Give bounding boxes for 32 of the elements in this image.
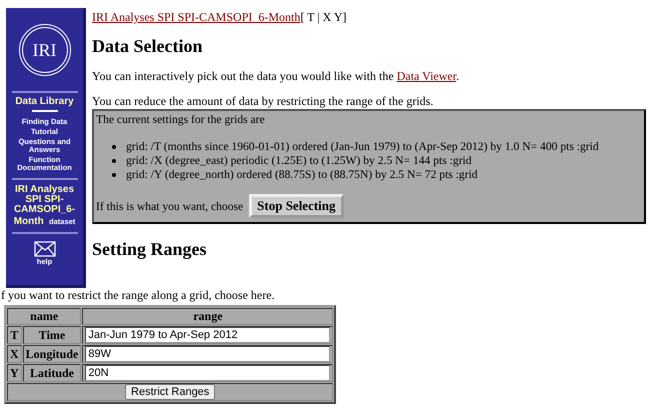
bullet-icon <box>112 159 116 163</box>
column-header: range <box>82 308 334 325</box>
axis-cell: X <box>7 345 22 363</box>
intro-text: You can interactively pick out the data you would like with the Data Viewer. <box>92 69 460 84</box>
column-header: name <box>7 308 82 325</box>
settings-title: The current settings for the grids are <box>96 113 266 126</box>
axis-cell: T <box>7 326 22 344</box>
sidebar-title: Data Library <box>15 96 74 107</box>
range-field[interactable]: 20N <box>85 365 330 381</box>
range-field[interactable]: 89W <box>85 346 330 362</box>
stop-selecting-button[interactable]: Stop Selecting <box>249 194 344 218</box>
section-heading: Data Selection <box>92 35 204 57</box>
name-cell: Longitude <box>22 345 82 363</box>
grid-nav: [ T | X Y] <box>300 10 347 24</box>
dataset-link[interactable]: IRI Analyses SPI SPI-CAMSOPI_6-Month <box>92 10 300 24</box>
grid-item: grid: /Y (degree_north) ordered (88.75S) to (88.75N) by 2.5 N= 72 pts :grid <box>126 168 478 182</box>
bullet-icon <box>112 145 116 149</box>
section-heading: Setting Ranges <box>92 238 208 260</box>
restrict-ranges-button[interactable]: Restrict Ranges <box>125 384 216 400</box>
grid-item: grid: /T (months since 1960-01-01) ordered (Jan-Jun 1979) to (Apr-Sep 2012) by 1.0 N= 400 pts :grid <box>126 140 599 154</box>
name-cell: Latitude <box>22 364 82 382</box>
range-field[interactable]: Jan-Jun 1979 to Apr-Sep 2012 <box>85 327 330 343</box>
bullet-icon <box>112 173 116 177</box>
axis-cell: Y <box>7 364 22 382</box>
envelope-icon <box>34 241 56 257</box>
reduce-text: You can reduce the amount of data by restricting the range of the grids. <box>92 94 434 109</box>
ranges-text: f you want to restrict the range along a grid, choose here. <box>1 288 276 303</box>
grid-item: grid: /X (degree_east) periodic (1.25E) to (1.25W) by 2.5 N= 144 pts :grid <box>126 154 472 168</box>
data-viewer-link[interactable]: Data Viewer <box>396 69 456 83</box>
name-cell: Time <box>22 326 82 344</box>
choose-text: If this is what you want, choose <box>96 200 244 212</box>
logo: IRI <box>18 24 70 76</box>
